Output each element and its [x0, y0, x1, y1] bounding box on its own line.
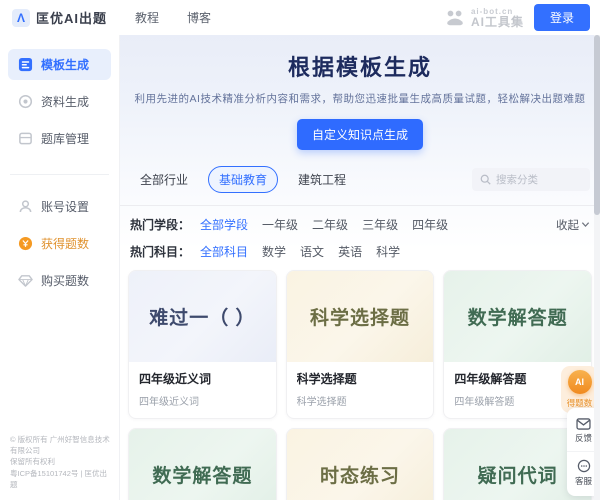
material-icon — [17, 94, 33, 110]
main-content: 根据模板生成 利用先进的AI技术精准分析内容和需求，帮助您迅速批量生成高质量试题… — [120, 35, 600, 500]
sidebar-item-question-bank[interactable]: 题库管理 — [8, 123, 111, 154]
sidebar-item-label: 购买题数 — [41, 272, 89, 289]
card-title: 四年级近义词 — [139, 370, 266, 387]
mail-icon — [576, 418, 591, 430]
nav-item-blog[interactable]: 博客 — [187, 9, 211, 26]
tab-construction[interactable]: 建筑工程 — [288, 167, 356, 192]
app-logo-icon: Λ — [12, 9, 30, 27]
app-title: 匡优AI出题 — [36, 8, 107, 27]
copyright-line1: © 版权所有 广州好智信息技术有限公司 — [10, 434, 111, 457]
login-button[interactable]: 登录 — [534, 4, 590, 31]
coin-icon — [17, 236, 33, 252]
scrollbar-thumb[interactable] — [594, 35, 600, 215]
watermark-line2: AI工具集 — [471, 16, 524, 28]
category-search[interactable] — [472, 168, 590, 191]
paw-logo-icon — [444, 9, 466, 27]
app-window: Λ 匡优AI出题 教程 博客 ai-bot.cn AI工具集 登录 — [0, 0, 600, 500]
sidebar-item-material-generate[interactable]: 资料生成 — [8, 86, 111, 117]
sidebar-item-label: 账号设置 — [41, 198, 89, 215]
filter-opt-all-grades[interactable]: 全部学段 — [200, 216, 248, 233]
collapse-toggle[interactable]: 收起 — [556, 217, 590, 233]
hero-section: 根据模板生成 利用先进的AI技术精准分析内容和需求，帮助您迅速批量生成高质量试题… — [120, 35, 600, 150]
template-card[interactable]: 难过一（ ） 四年级近义词 四年级近义词 — [128, 270, 277, 419]
sidebar: 模板生成 资料生成 题库管理 账号设置 — [0, 35, 120, 500]
template-icon — [17, 57, 33, 73]
industry-tabs: 全部行业 基础教育 建筑工程 — [120, 166, 600, 193]
template-card-grid: 难过一（ ） 四年级近义词 四年级近义词 科学选择题 科学选择题 科学选择题 数… — [128, 270, 592, 500]
filter-label-subject: 热门科目： — [130, 243, 190, 260]
custom-knowledge-generate-button[interactable]: 自定义知识点生成 — [297, 119, 423, 150]
sidebar-item-account-settings[interactable]: 账号设置 — [8, 191, 111, 222]
filter-opt-science[interactable]: 科学 — [376, 243, 400, 260]
brand[interactable]: Λ 匡优AI出题 — [12, 8, 107, 27]
question-bank-icon — [17, 131, 33, 147]
ai-coin-icon: AI — [568, 370, 592, 394]
search-input[interactable] — [496, 174, 576, 186]
top-nav: 教程 博客 — [135, 9, 211, 26]
sidebar-item-label: 资料生成 — [41, 93, 89, 110]
filter-opt-grade4[interactable]: 四年级 — [412, 216, 448, 233]
tab-basic-education[interactable]: 基础教育 — [208, 166, 278, 193]
collapse-label: 收起 — [556, 217, 579, 233]
template-card[interactable]: 时态练习 三年级英语时态练习 — [286, 428, 435, 500]
sidebar-item-buy-questions[interactable]: 购买题数 — [8, 265, 111, 296]
filter-opt-all-subjects[interactable]: 全部科目 — [200, 243, 248, 260]
template-card[interactable]: 数学解答题 三年级解答题 — [128, 428, 277, 500]
tab-all-industries[interactable]: 全部行业 — [130, 167, 198, 192]
support-label: 客服 — [575, 475, 592, 487]
copyright-line2: 保留所有权利 — [10, 456, 111, 467]
topbar: Λ 匡优AI出题 教程 博客 ai-bot.cn AI工具集 登录 — [0, 0, 600, 35]
nav-item-tutorial[interactable]: 教程 — [135, 9, 159, 26]
card-banner: 难过一（ ） — [129, 271, 276, 362]
earned-questions-badge[interactable]: AI 得题数 — [561, 366, 598, 413]
chat-icon — [577, 459, 591, 473]
scrollbar[interactable] — [594, 35, 600, 500]
sidebar-item-label: 获得题数 — [41, 235, 89, 252]
filter-opt-grade2[interactable]: 二年级 — [312, 216, 348, 233]
filter-opt-english[interactable]: 英语 — [338, 243, 362, 260]
card-banner: 时态练习 — [287, 429, 434, 500]
watermark: ai-bot.cn AI工具集 — [444, 8, 524, 28]
page-title: 根据模板生成 — [120, 50, 600, 82]
icp-line: 粤ICP备15101742号 | 匡优出题 — [10, 468, 111, 491]
filter-opt-grade1[interactable]: 一年级 — [262, 216, 298, 233]
sidebar-item-label: 模板生成 — [41, 56, 89, 73]
filter-row-subject: 热门科目： 全部科目 数学 语文 英语 科学 — [120, 233, 600, 260]
topbar-right: ai-bot.cn AI工具集 登录 — [444, 4, 590, 31]
filter-label-grade: 热门学段： — [130, 216, 190, 233]
card-title: 科学选择题 — [297, 370, 424, 387]
chevron-down-icon — [581, 220, 590, 229]
template-card[interactable]: 科学选择题 科学选择题 科学选择题 — [286, 270, 435, 419]
card-banner: 数学解答题 — [129, 429, 276, 500]
copyright-footer: © 版权所有 广州好智信息技术有限公司 保留所有权利 粤ICP备15101742… — [8, 434, 111, 490]
gem-icon — [17, 273, 33, 289]
filter-opt-chinese[interactable]: 语文 — [300, 243, 324, 260]
watermark-text: ai-bot.cn AI工具集 — [471, 8, 524, 28]
sidebar-item-template-generate[interactable]: 模板生成 — [8, 49, 111, 80]
filter-row-grade: 热门学段： 全部学段 一年级 二年级 三年级 四年级 收起 — [120, 206, 600, 233]
feedback-label: 反馈 — [575, 432, 592, 444]
account-icon — [17, 199, 33, 215]
sidebar-divider — [10, 174, 109, 175]
card-subtitle: 科学选择题 — [297, 393, 424, 408]
sidebar-item-earned-questions[interactable]: 获得题数 — [8, 228, 111, 259]
search-icon — [480, 174, 491, 185]
sidebar-item-label: 题库管理 — [41, 130, 89, 147]
filter-opt-math[interactable]: 数学 — [262, 243, 286, 260]
page-subtitle: 利用先进的AI技术精准分析内容和需求，帮助您迅速批量生成高质量试题，轻松解决出题… — [120, 91, 600, 106]
card-banner: 科学选择题 — [287, 271, 434, 362]
card-banner: 数学解答题 — [444, 271, 591, 362]
filter-opt-grade3[interactable]: 三年级 — [362, 216, 398, 233]
card-subtitle: 四年级近义词 — [139, 393, 266, 408]
